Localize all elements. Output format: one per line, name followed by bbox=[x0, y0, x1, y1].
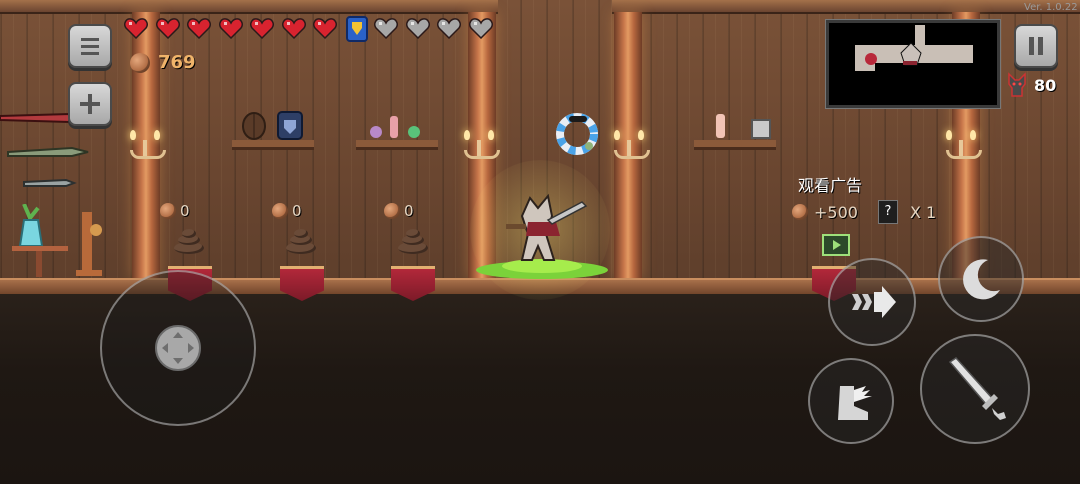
jump-button[interactable] bbox=[808, 358, 894, 444]
heart-full-icon bbox=[155, 17, 180, 39]
minimap-rooms bbox=[855, 25, 973, 71]
enemy-count: 80 bbox=[1034, 75, 1057, 95]
shield-icon bbox=[346, 16, 368, 42]
candle-sconce bbox=[944, 130, 982, 159]
coin-value: 769 bbox=[158, 52, 196, 73]
heart-empty-icon bbox=[405, 17, 430, 39]
menu-icon bbox=[81, 38, 99, 55]
table-with-vase bbox=[12, 204, 102, 277]
ad-reward-coins: +500 bbox=[814, 202, 858, 222]
price-value: 0 bbox=[180, 202, 190, 220]
watch-ad-title[interactable]: 观看广告 bbox=[798, 172, 862, 196]
crescent-icon bbox=[963, 259, 1000, 300]
ad-reward: +500 ? X 1 bbox=[792, 200, 936, 224]
price-value: 0 bbox=[404, 202, 414, 220]
virtual-joystick[interactable] bbox=[100, 270, 256, 426]
coin-icon bbox=[272, 203, 288, 219]
potion-and-frame-decor bbox=[716, 114, 771, 139]
heart-full-icon bbox=[313, 17, 337, 39]
pause-icon bbox=[1029, 37, 1043, 55]
price-value: 0 bbox=[292, 202, 302, 220]
attack-button[interactable] bbox=[920, 334, 1030, 444]
price-tag: 0 bbox=[384, 202, 414, 220]
sword-icon bbox=[948, 357, 1006, 420]
wall-shelf bbox=[356, 140, 438, 150]
demon-icon bbox=[1008, 72, 1026, 97]
heart-empty-icon bbox=[374, 17, 398, 39]
price-tag: 0 bbox=[160, 202, 190, 220]
coin-icon bbox=[384, 203, 400, 219]
player-character bbox=[476, 193, 608, 279]
heart-full-icon bbox=[250, 17, 274, 39]
wall-shelf bbox=[694, 140, 776, 150]
wall-shelf bbox=[232, 140, 314, 150]
heart-empty-icon bbox=[437, 17, 461, 39]
dpad-icon bbox=[155, 325, 201, 371]
ceiling-beam bbox=[0, 0, 498, 14]
dash-button[interactable] bbox=[828, 258, 916, 346]
version-label: Ver. 1.0.22 bbox=[1024, 2, 1078, 13]
heart-empty-icon bbox=[468, 17, 493, 39]
coin-icon bbox=[792, 204, 808, 220]
add-button[interactable] bbox=[68, 82, 112, 126]
candle-sconce bbox=[128, 130, 166, 159]
price-tag: 0 bbox=[272, 202, 302, 220]
special-skill-button[interactable] bbox=[938, 236, 1024, 322]
heart-full-icon bbox=[124, 17, 148, 39]
shelf-decor bbox=[242, 111, 303, 140]
enemy-counter: 80 bbox=[1006, 72, 1056, 98]
poop-item[interactable] bbox=[172, 228, 206, 254]
winged-boot-icon bbox=[838, 386, 872, 420]
tv-play-icon[interactable] bbox=[822, 234, 850, 256]
poop-item[interactable] bbox=[396, 228, 430, 254]
minimap bbox=[826, 20, 1000, 108]
coin-icon bbox=[160, 203, 176, 219]
menu-button[interactable] bbox=[68, 24, 112, 68]
candle-sconce bbox=[612, 130, 650, 159]
coin-counter: 769 bbox=[130, 52, 196, 73]
ceiling-beam bbox=[612, 0, 1080, 14]
heart-full-icon bbox=[281, 17, 306, 39]
heart-full-icon bbox=[187, 17, 211, 39]
dash-arrow-icon bbox=[852, 286, 896, 318]
heart-full-icon bbox=[218, 17, 243, 39]
potions-decor bbox=[370, 116, 420, 138]
coin-icon bbox=[130, 52, 150, 73]
candle-sconce bbox=[462, 130, 500, 159]
pause-button[interactable] bbox=[1014, 24, 1058, 68]
pet-float-ring bbox=[556, 113, 598, 155]
plus-icon bbox=[80, 94, 100, 114]
poop-item[interactable] bbox=[284, 228, 318, 254]
mystery-item-icon: ? bbox=[877, 200, 898, 224]
ad-reward-mystery: X 1 bbox=[909, 202, 937, 222]
